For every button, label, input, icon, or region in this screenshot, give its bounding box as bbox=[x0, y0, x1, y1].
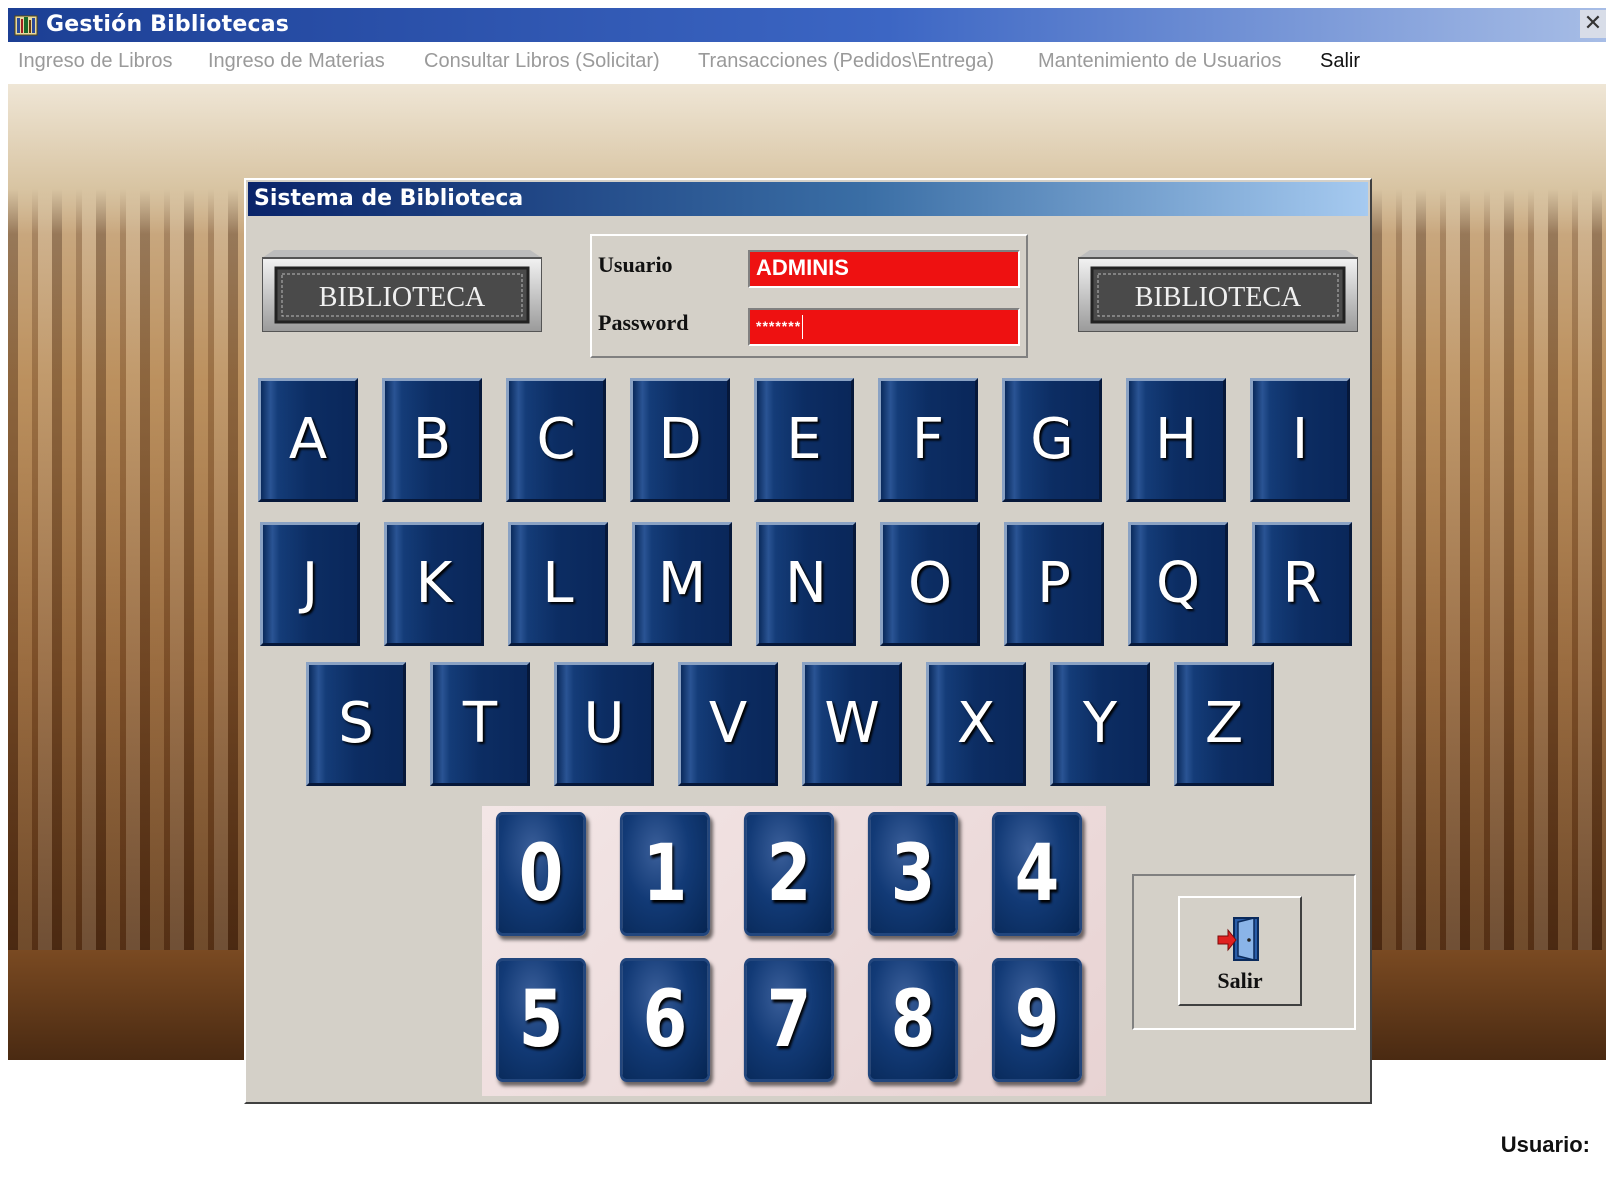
menu-salir[interactable]: Salir bbox=[1320, 50, 1360, 73]
close-button[interactable]: ✕ bbox=[1580, 10, 1606, 38]
menu-transacciones[interactable]: Transacciones (Pedidos\Entrega) bbox=[698, 50, 994, 73]
menu-bar: Ingreso de Libros Ingreso de Materias Co… bbox=[8, 44, 1606, 82]
text-caret bbox=[802, 315, 804, 340]
dialog-title: Sistema de Biblioteca bbox=[254, 186, 524, 211]
title-bar: Gestión Bibliotecas ✕ bbox=[8, 8, 1606, 42]
biblioteca-logo-right: BIBLIOTECA bbox=[1078, 250, 1358, 332]
exit-door-icon bbox=[1217, 917, 1259, 961]
key-9[interactable]: 9 bbox=[991, 958, 1083, 1082]
login-form: Usuario ADMINIS Password ******* bbox=[590, 234, 1028, 358]
key-a[interactable]: A bbox=[258, 378, 358, 502]
key-s[interactable]: S bbox=[306, 662, 406, 786]
numeric-keypad: 0 1 2 3 4 5 6 7 8 9 bbox=[482, 806, 1106, 1096]
key-p[interactable]: P bbox=[1004, 522, 1104, 646]
usuario-value: ADMINIS bbox=[756, 255, 849, 280]
key-q[interactable]: Q bbox=[1128, 522, 1228, 646]
password-value: ******* bbox=[756, 318, 802, 334]
key-y[interactable]: Y bbox=[1050, 662, 1150, 786]
library-app-icon bbox=[14, 15, 38, 36]
app-window: Gestión Bibliotecas ✕ Ingreso de Libros … bbox=[0, 0, 1606, 1200]
status-usuario-label: Usuario: bbox=[1500, 1132, 1590, 1157]
dialog-title-bar: Sistema de Biblioteca bbox=[248, 182, 1368, 216]
password-label: Password bbox=[598, 310, 689, 335]
key-3[interactable]: 3 bbox=[867, 812, 959, 936]
key-b[interactable]: B bbox=[382, 378, 482, 502]
key-w[interactable]: W bbox=[802, 662, 902, 786]
logo-text: BIBLIOTECA bbox=[1135, 282, 1302, 313]
biblioteca-logo-left: BIBLIOTECA bbox=[262, 250, 542, 332]
salir-label: Salir bbox=[1217, 968, 1263, 993]
key-h[interactable]: H bbox=[1126, 378, 1226, 502]
key-0[interactable]: 0 bbox=[495, 812, 587, 936]
key-r[interactable]: R bbox=[1252, 522, 1352, 646]
key-i[interactable]: I bbox=[1250, 378, 1350, 502]
key-1[interactable]: 1 bbox=[619, 812, 711, 936]
key-d[interactable]: D bbox=[630, 378, 730, 502]
key-j[interactable]: J bbox=[260, 522, 360, 646]
usuario-input[interactable]: ADMINIS bbox=[748, 250, 1020, 288]
key-5[interactable]: 5 bbox=[495, 958, 587, 1082]
key-2[interactable]: 2 bbox=[743, 812, 835, 936]
key-c[interactable]: C bbox=[506, 378, 606, 502]
key-u[interactable]: U bbox=[554, 662, 654, 786]
key-l[interactable]: L bbox=[508, 522, 608, 646]
key-n[interactable]: N bbox=[756, 522, 856, 646]
key-8[interactable]: 8 bbox=[867, 958, 959, 1082]
key-o[interactable]: O bbox=[880, 522, 980, 646]
salir-frame: Salir bbox=[1132, 874, 1356, 1030]
menu-mantenimiento-usuarios[interactable]: Mantenimiento de Usuarios bbox=[1038, 50, 1281, 73]
key-z[interactable]: Z bbox=[1174, 662, 1274, 786]
key-v[interactable]: V bbox=[678, 662, 778, 786]
window-title: Gestión Bibliotecas bbox=[46, 12, 290, 37]
key-e[interactable]: E bbox=[754, 378, 854, 502]
password-input[interactable]: ******* bbox=[748, 308, 1020, 346]
key-f[interactable]: F bbox=[878, 378, 978, 502]
key-6[interactable]: 6 bbox=[619, 958, 711, 1082]
key-g[interactable]: G bbox=[1002, 378, 1102, 502]
key-t[interactable]: T bbox=[430, 662, 530, 786]
key-4[interactable]: 4 bbox=[991, 812, 1083, 936]
menu-consultar-libros[interactable]: Consultar Libros (Solicitar) bbox=[424, 50, 660, 73]
usuario-label: Usuario bbox=[598, 252, 673, 277]
menu-ingreso-materias[interactable]: Ingreso de Materias bbox=[208, 50, 385, 73]
key-7[interactable]: 7 bbox=[743, 958, 835, 1082]
key-x[interactable]: X bbox=[926, 662, 1026, 786]
salir-button[interactable]: Salir bbox=[1178, 896, 1302, 1006]
logo-text: BIBLIOTECA bbox=[319, 282, 486, 313]
menu-ingreso-libros[interactable]: Ingreso de Libros bbox=[18, 50, 173, 73]
key-k[interactable]: K bbox=[384, 522, 484, 646]
key-m[interactable]: M bbox=[632, 522, 732, 646]
login-dialog: Sistema de Biblioteca BIBLIOTECA Usuario… bbox=[244, 178, 1372, 1104]
